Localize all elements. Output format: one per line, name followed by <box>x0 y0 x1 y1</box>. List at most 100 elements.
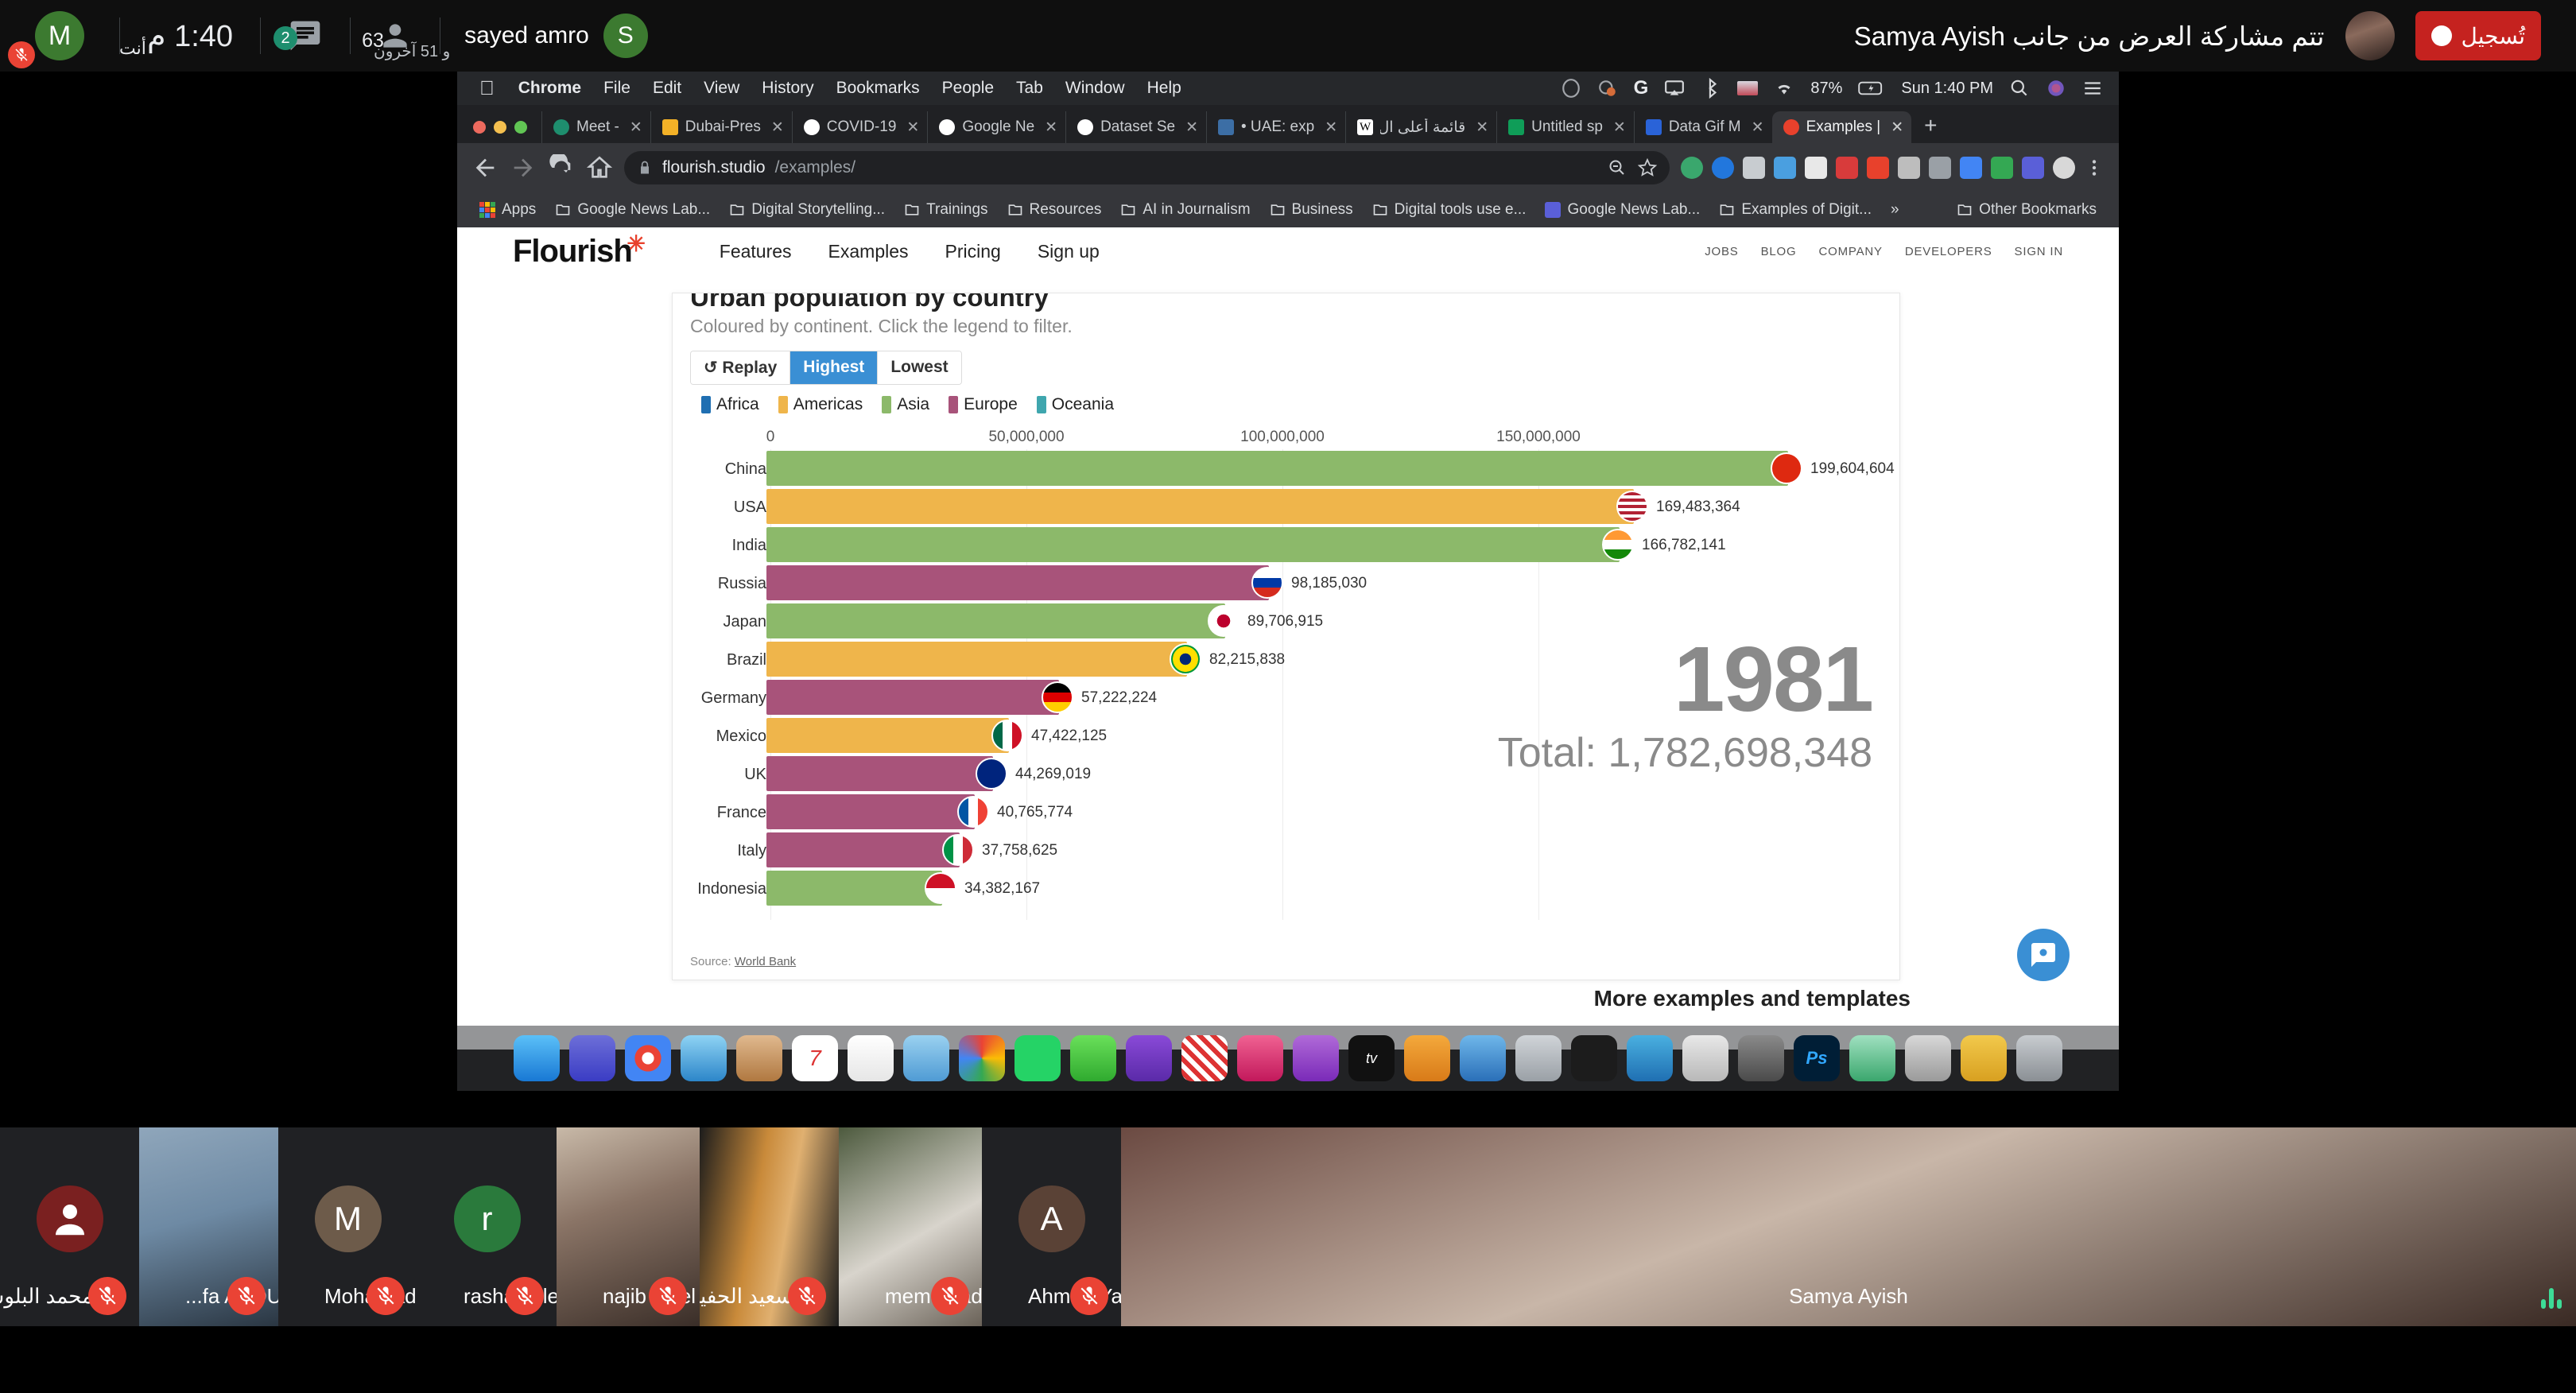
extension-icon[interactable] <box>1898 157 1920 179</box>
google-icon[interactable]: G <box>1634 77 1649 99</box>
replay-button[interactable]: ↺ Replay <box>691 351 791 384</box>
extension-icon[interactable] <box>1960 157 1982 179</box>
bar-row[interactable]: France 40,765,774 <box>673 793 1899 831</box>
new-tab-button[interactable]: + <box>1911 113 1949 143</box>
forward-arrow-icon[interactable] <box>510 154 537 181</box>
other-bookmarks-folder[interactable]: Other Bookmarks <box>1949 201 2105 219</box>
extension-icon[interactable] <box>1774 157 1796 179</box>
participant-tile[interactable]: r rasha tbileh <box>417 1127 557 1326</box>
lowest-button[interactable]: Lowest <box>878 351 961 384</box>
highest-button[interactable]: Highest <box>790 351 879 384</box>
bar-row[interactable]: USA 169,483,364 <box>673 487 1899 526</box>
menu-view[interactable]: View <box>692 79 751 98</box>
nav-company[interactable]: COMPANY <box>1818 245 1882 258</box>
browser-tab[interactable]: Dubai-Pres ✕ <box>650 111 792 143</box>
source-link[interactable]: World Bank <box>735 955 796 968</box>
back-arrow-icon[interactable] <box>471 154 499 181</box>
home-icon[interactable] <box>586 154 613 181</box>
menu-edit[interactable]: Edit <box>642 79 692 98</box>
dock-appstore-icon[interactable] <box>1460 1035 1506 1081</box>
menu-window[interactable]: Window <box>1054 79 1136 98</box>
menu-people[interactable]: People <box>931 79 1005 98</box>
chat-button[interactable]: 2 <box>261 18 350 53</box>
dock-app-icon[interactable] <box>1738 1035 1784 1081</box>
dock-photoshop-icon[interactable]: Ps <box>1794 1035 1840 1081</box>
menu-history[interactable]: History <box>751 79 824 98</box>
nav-features[interactable]: Features <box>720 241 792 262</box>
nav-examples[interactable]: Examples <box>828 241 909 262</box>
close-icon[interactable]: ✕ <box>627 118 642 137</box>
dock-notes-icon[interactable] <box>848 1035 894 1081</box>
browser-tab[interactable]: Google Ne ✕ <box>927 111 1065 143</box>
minimize-window-button[interactable] <box>494 121 506 134</box>
dock-reminders-icon[interactable] <box>903 1035 949 1081</box>
menu-tab[interactable]: Tab <box>1005 79 1054 98</box>
star-icon[interactable] <box>1638 158 1657 177</box>
legend-item-americas[interactable]: Americas <box>778 395 863 414</box>
bookmark-apps[interactable]: Apps <box>471 201 544 219</box>
dock-books-icon[interactable] <box>1404 1035 1450 1081</box>
wifi-icon[interactable] <box>1774 78 1794 99</box>
legend-item-oceania[interactable]: Oceania <box>1036 395 1114 414</box>
extension-icon[interactable] <box>1867 157 1889 179</box>
browser-tab[interactable]: Meet - ✕ <box>541 111 650 143</box>
extension-icon[interactable] <box>1712 157 1734 179</box>
dock-calendar-icon[interactable]: 7 <box>792 1035 838 1081</box>
browser-tab[interactable]: • UAE: exp ✕ <box>1206 111 1345 143</box>
dock-terminal-icon[interactable] <box>1571 1035 1617 1081</box>
close-icon[interactable]: ✕ <box>1748 118 1764 137</box>
dock-contacts-icon[interactable] <box>736 1035 782 1081</box>
browser-tab[interactable]: COVID-19 ✕ <box>791 111 928 143</box>
siri-icon[interactable] <box>2046 78 2066 99</box>
nav-jobs[interactable]: JOBS <box>1705 245 1738 258</box>
bookmarks-overflow-button[interactable]: » <box>1883 201 1907 219</box>
extension-icon[interactable] <box>1743 157 1765 179</box>
record-button[interactable]: تُسجيل <box>2415 11 2541 60</box>
dock-whatsapp-icon[interactable] <box>1014 1035 1061 1081</box>
close-icon[interactable]: ✕ <box>903 118 919 137</box>
dock-launchpad-icon[interactable] <box>569 1035 615 1081</box>
dock-music-icon[interactable] <box>1237 1035 1283 1081</box>
window-traffic-lights[interactable] <box>468 121 541 143</box>
extension-icon[interactable] <box>1836 157 1858 179</box>
bar-row[interactable]: India 166,782,141 <box>673 526 1899 564</box>
dock-finder-icon[interactable] <box>514 1035 560 1081</box>
dock-podcasts-icon[interactable] <box>1293 1035 1339 1081</box>
bookmark-folder[interactable]: Resources <box>999 201 1110 219</box>
dock-appletv-icon[interactable]: tv <box>1348 1035 1395 1081</box>
help-chat-button[interactable] <box>2017 929 2070 981</box>
dock-safari-icon[interactable] <box>681 1035 727 1081</box>
bar-row[interactable]: China 199,604,604 <box>673 449 1899 487</box>
nav-signin[interactable]: SIGN IN <box>2015 245 2063 258</box>
participant-tile[interactable]: meme badawy <box>839 1127 982 1326</box>
legend-item-africa[interactable]: Africa <box>701 395 759 414</box>
close-icon[interactable]: ✕ <box>1042 118 1057 137</box>
dock-settings-icon[interactable] <box>1515 1035 1562 1081</box>
participant-tile-active-speaker[interactable]: Samya Ayish <box>1121 1127 2576 1326</box>
close-icon[interactable]: ✕ <box>1887 118 1903 137</box>
bar-row[interactable]: Italy 37,758,625 <box>673 831 1899 869</box>
menu-file[interactable]: File <box>592 79 642 98</box>
extension-icon[interactable] <box>1681 157 1703 179</box>
flourish-logo[interactable]: Flourish ✳ <box>513 231 646 270</box>
maximize-window-button[interactable] <box>514 121 527 134</box>
close-icon[interactable]: ✕ <box>1610 118 1626 137</box>
chrome-menu-icon[interactable] <box>2084 157 2105 178</box>
bookmark-slides[interactable]: Google News Lab... <box>1537 201 1708 219</box>
legend-item-asia[interactable]: Asia <box>882 395 929 414</box>
participant-tile[interactable]: A Ahmed Yahya <box>982 1127 1121 1326</box>
apple-menu-icon[interactable]:  <box>473 77 507 100</box>
bluetooth-icon[interactable] <box>1701 78 1721 99</box>
extension-icon[interactable] <box>2022 157 2044 179</box>
search-icon[interactable] <box>2009 78 2030 99</box>
dock-app-icon[interactable] <box>1849 1035 1895 1081</box>
nav-signup[interactable]: Sign up <box>1038 241 1100 262</box>
bar-row[interactable]: Indonesia 34,382,167 <box>673 869 1899 907</box>
zoom-out-icon[interactable] <box>1608 158 1627 177</box>
nav-blog[interactable]: BLOG <box>1761 245 1797 258</box>
bookmark-folder[interactable]: Examples of Digit... <box>1711 201 1880 219</box>
close-icon[interactable]: ✕ <box>1321 118 1337 137</box>
dock-folder-icon[interactable] <box>1961 1035 2007 1081</box>
nav-pricing[interactable]: Pricing <box>945 241 1001 262</box>
legend-item-europe[interactable]: Europe <box>949 395 1018 414</box>
